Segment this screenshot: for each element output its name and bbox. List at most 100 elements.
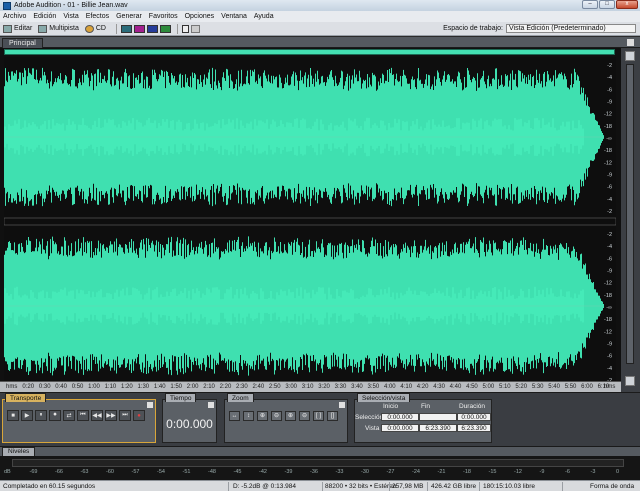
- panel-menu-icon[interactable]: [627, 39, 634, 46]
- db-tick-label: -2: [607, 232, 612, 238]
- menu-ventana[interactable]: Ventana: [221, 13, 247, 20]
- level-scale-label: -42: [259, 469, 267, 475]
- tab-seleccion-vista[interactable]: Selección/vista: [357, 393, 411, 402]
- ruler-tick-label: 2:00: [186, 384, 199, 390]
- selection-duration-field[interactable]: 0:00.000: [457, 413, 491, 421]
- tab-transporte[interactable]: Transporte: [5, 393, 47, 402]
- ruler-tick-label: 0:50: [71, 384, 84, 390]
- level-scale-label: -63: [80, 469, 89, 475]
- go-start-button[interactable]: ⏮: [77, 410, 89, 421]
- db-tick-label: -18: [604, 124, 612, 130]
- status-divider: [228, 482, 229, 491]
- cd-icon: [84, 24, 94, 33]
- pan-display-icon[interactable]: [147, 24, 158, 33]
- db-tick-label: -4: [607, 75, 612, 81]
- pause-button[interactable]: ⏸: [35, 410, 47, 421]
- spectral-tool-icon[interactable]: [191, 24, 200, 33]
- fast-forward-button[interactable]: ▶▶: [105, 410, 117, 421]
- tab-zoom[interactable]: Zoom: [227, 393, 254, 402]
- menu-vista[interactable]: Vista: [63, 13, 78, 20]
- view-start-field[interactable]: 0:00.000: [381, 424, 419, 432]
- selection-end-field[interactable]: [419, 413, 457, 421]
- scrollbar-thumb[interactable]: [626, 64, 634, 364]
- main-toolbar: Editar Multipista CD Espacio de trabajo:…: [0, 22, 640, 36]
- view-end-field[interactable]: 6:23.390: [419, 424, 457, 432]
- level-scale-label: 0: [616, 469, 620, 475]
- zoom-selection-icon[interactable]: [ ]: [313, 411, 324, 421]
- level-scale-label: -66: [55, 469, 63, 475]
- stop-button[interactable]: ■: [7, 410, 19, 421]
- status-divider: [322, 482, 323, 491]
- scroll-up-arrow-icon[interactable]: [625, 51, 635, 61]
- cd-view-button[interactable]: CD: [84, 24, 106, 33]
- menu-archivo[interactable]: Archivo: [3, 13, 26, 20]
- waveform-editor[interactable]: -2 -4 -6 -9 -12 -18 -∞ -18 -12 -9 -6 -4 -2 -2 -4 -6 -9 -1…: [0, 48, 640, 392]
- level-scale-label: -9: [539, 469, 545, 475]
- menu-ayuda[interactable]: Ayuda: [254, 13, 274, 20]
- menu-generar[interactable]: Generar: [116, 13, 142, 20]
- edit-view-button[interactable]: Editar: [3, 24, 32, 33]
- zoom-in-icon[interactable]: ⊕: [257, 411, 268, 421]
- zoom-in-vertical-icon[interactable]: ↕: [243, 411, 254, 421]
- menu-favoritos[interactable]: Favoritos: [149, 13, 178, 20]
- ruler-tick-label: 4:10: [400, 384, 413, 390]
- rewind-button[interactable]: ◀◀: [91, 410, 103, 421]
- db-tick-label: -18: [604, 148, 612, 154]
- ruler-tick-label: 3:00: [285, 384, 298, 390]
- db-tick-label: -6: [607, 87, 612, 93]
- zoom-in-horizontal-icon[interactable]: ↔: [229, 411, 240, 421]
- ruler-tick-label: 1:00: [88, 384, 100, 390]
- menu-opciones[interactable]: Opciones: [185, 13, 215, 20]
- workspace-dropdown[interactable]: Vista Edición (Predeterminado): [506, 24, 636, 33]
- tab-niveles[interactable]: Niveles: [2, 447, 36, 456]
- phase-display-icon[interactable]: [160, 24, 171, 33]
- db-tick-label: -∞: [606, 136, 612, 142]
- db-tick-label: -12: [604, 160, 612, 166]
- panel-menu-icon[interactable]: [339, 402, 345, 408]
- time-ruler[interactable]: hms 0:20 0:30 0:40 0:50 1:00 1:10 1:20 1:30 1:40 1…: [0, 381, 621, 392]
- play-button[interactable]: ▶: [21, 410, 33, 421]
- vertical-scrollbar[interactable]: [621, 48, 640, 392]
- ruler-tick-label: 2:20: [219, 384, 232, 390]
- zoom-out-vertical-icon[interactable]: ⊖: [299, 411, 310, 421]
- ruler-tick-label: 1:50: [170, 384, 182, 390]
- waveform-display[interactable]: -2 -4 -6 -9 -12 -18 -∞ -18 -12 -9 -6 -4 -2 -2 -4 -6 -9 -1…: [4, 57, 616, 388]
- db-tick-label: -∞: [606, 305, 612, 311]
- zoom-full-icon[interactable]: []: [327, 411, 338, 421]
- tab-tiempo[interactable]: Tiempo: [165, 393, 197, 402]
- panel-menu-icon[interactable]: [208, 402, 214, 408]
- close-button[interactable]: x: [616, 0, 638, 9]
- minimize-button[interactable]: –: [582, 0, 598, 9]
- scroll-down-arrow-icon[interactable]: [625, 376, 635, 386]
- ruler-tick-label: 1:20: [121, 384, 133, 390]
- play-to-end-button[interactable]: ⏺: [49, 410, 61, 421]
- loop-button[interactable]: ⇄: [63, 410, 75, 421]
- view-duration-field[interactable]: 6:23.390: [457, 424, 491, 432]
- zoom-in-vertical-2-icon[interactable]: ⊕: [285, 411, 296, 421]
- selection-start-field[interactable]: 0:00.000: [381, 413, 419, 421]
- tab-principal[interactable]: Principal: [2, 38, 43, 48]
- maximize-button[interactable]: □: [599, 0, 615, 9]
- level-scale-label: -54: [157, 469, 165, 475]
- menu-bar: Archivo Edición Vista Efectos Generar Fa…: [0, 11, 640, 22]
- db-tick-label: -12: [604, 329, 612, 335]
- go-end-button[interactable]: ⏭: [119, 410, 131, 421]
- panel-menu-icon[interactable]: [147, 402, 153, 408]
- ruler-tick-label: 4:20: [416, 384, 429, 390]
- ruler-tick-label: 5:20: [515, 384, 528, 390]
- spectral-display-icon[interactable]: [134, 24, 145, 33]
- waveform-display-icon[interactable]: [121, 24, 132, 33]
- time-selection-tool-icon[interactable]: [182, 24, 189, 33]
- level-scale-label: -33: [335, 469, 344, 475]
- menu-edicion[interactable]: Edición: [33, 13, 56, 20]
- menu-efectos[interactable]: Efectos: [86, 13, 109, 20]
- multitrack-view-button[interactable]: Multipista: [38, 24, 79, 33]
- record-button[interactable]: ●: [133, 410, 145, 421]
- db-tick-label: -4: [607, 197, 612, 203]
- overview-bar[interactable]: [4, 49, 615, 55]
- db-tick-label: -6: [607, 185, 612, 191]
- selection-view-panel: Selección/vista Inicio Fin Duración Sele…: [354, 393, 492, 443]
- zoom-out-icon[interactable]: ⊖: [271, 411, 282, 421]
- level-scale-label: -21: [437, 469, 446, 475]
- ruler-tick-label: 4:00: [383, 384, 396, 390]
